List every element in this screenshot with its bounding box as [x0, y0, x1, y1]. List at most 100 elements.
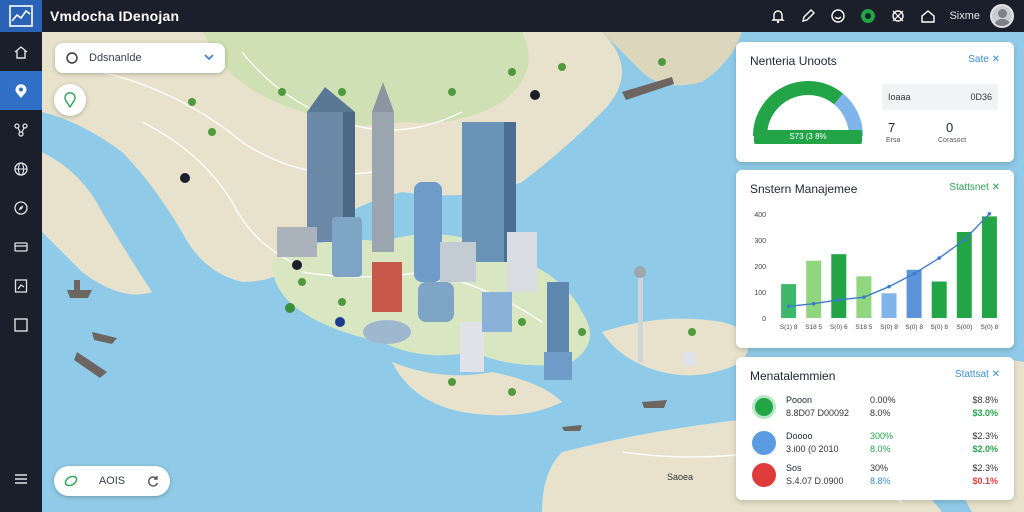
x-tick-label: S18 5 [855, 324, 872, 331]
bar-line-chart: 0 100 200 300 400 S(1) 8 S18 5 S(0) 6 S18 5 S(0) … [754, 212, 998, 331]
market-sub: 3.i00 (0 2010 [786, 444, 839, 454]
user-name[interactable]: Sixme [949, 10, 980, 22]
market-pct-2: 8.0% [870, 444, 891, 454]
market-row[interactable]: Pooon 8.8D07 D00092 0.00% 8.0% $8.8% $3.… [750, 393, 1000, 423]
stat-label: Ioaaa [888, 92, 911, 102]
avatar[interactable] [990, 4, 1014, 28]
metric-b-value: 0 [946, 120, 954, 135]
market-sub: S.4.07 D.0900 [786, 476, 844, 486]
chart-bar [931, 281, 947, 318]
sidebar-item-home[interactable] [0, 32, 42, 71]
menu-button[interactable] [0, 459, 42, 498]
x-tick-label: S(0) 6 [830, 324, 848, 331]
x-tick-label: S18 5 [805, 324, 822, 331]
menu-icon [15, 473, 27, 484]
market-pct: 300% [870, 431, 894, 441]
sidebar-item-report[interactable] [0, 266, 42, 305]
map-pin-icon [15, 83, 27, 98]
globe-icon [14, 161, 28, 176]
chart-point [862, 295, 866, 299]
gauge-label: S73 (3 8% [754, 130, 862, 144]
markets-card-title: Menatalemmien [750, 369, 836, 383]
sidebar-item-truck[interactable] [0, 227, 42, 266]
location-pin-icon [64, 92, 76, 108]
place-label: Saoea [667, 472, 693, 482]
x-tick-label: S(0) 8 [930, 324, 948, 331]
market-change: $0.1% [972, 476, 998, 486]
market-value: $2.3% [972, 431, 998, 441]
chart-bar [806, 260, 822, 318]
chart-bar [956, 232, 972, 318]
market-sub: 8.8D07 D00092 [786, 408, 850, 418]
market-value: $8.8% [972, 395, 998, 405]
smile-icon[interactable] [823, 0, 853, 32]
pencil-icon[interactable] [793, 0, 823, 32]
network-icon [14, 122, 28, 137]
market-value: $2.3% [972, 463, 998, 473]
market-name: Pooon [786, 395, 813, 405]
markets-card: Menatalemmien Stattsat ✕ Pooon 8.8D07 D0… [736, 357, 1014, 500]
sidebar-item-map[interactable] [0, 71, 42, 110]
app-title: Vmdocha IDenojan [50, 8, 180, 24]
stats-card-link[interactable]: Sate ✕ [968, 54, 1000, 65]
status-icon[interactable] [853, 0, 883, 32]
sidebar-item-panel[interactable] [0, 305, 42, 344]
x-tick-label: S(1) 8 [780, 324, 798, 331]
metric-a-value: 7 [888, 120, 896, 135]
stat-value: 0D36 [970, 92, 992, 102]
y-tick-label: 300 [754, 238, 766, 245]
satellite-icon[interactable] [883, 0, 913, 32]
x-tick-label: S(00) [956, 324, 972, 331]
market-row[interactable]: Doooo 3.i00 (0 2010 300% 8.0% $2.3% $2.0… [750, 429, 1000, 459]
report-icon [14, 278, 28, 293]
market-pct-2: 8.8% [870, 476, 891, 486]
chart-point [811, 301, 816, 306]
market-name: Doooo [786, 431, 813, 441]
panel-icon [14, 317, 28, 332]
chart-point [937, 256, 941, 260]
sidebar-item-globe[interactable] [0, 149, 42, 188]
bell-icon[interactable] [763, 0, 793, 32]
status-dot-icon [752, 463, 776, 487]
market-row[interactable]: Sos S.4.07 D.0900 30% 8.8% $2.3% $0.1% [750, 461, 1000, 491]
location-button[interactable] [54, 84, 86, 116]
home-icon [14, 45, 28, 59]
sidebar-item-compass[interactable] [0, 188, 42, 227]
chart-point [912, 271, 916, 276]
layer-select[interactable]: Ddsnanlde [55, 43, 225, 73]
sidebar-item-network[interactable] [0, 110, 42, 149]
chart-point [987, 212, 992, 216]
x-tick-label: S(0) 8 [880, 324, 898, 331]
markets-card-link[interactable]: Stattsat ✕ [955, 369, 1000, 380]
chart-point [962, 238, 967, 242]
chart-bar [881, 293, 897, 318]
stats-card-title: Nenteria Unoots [750, 54, 837, 68]
close-icon[interactable]: ✕ [992, 182, 1000, 193]
chevron-down-icon [204, 54, 214, 61]
chart-card-link[interactable]: Stattsnet ✕ [949, 182, 1000, 193]
leaf-icon[interactable] [64, 474, 78, 488]
zoom-control[interactable]: AOIS [54, 466, 170, 496]
status-dot-icon [752, 431, 776, 455]
x-tick-label: S(0) 8 [905, 324, 923, 331]
stat-box: Ioaaa 0D36 [882, 84, 998, 110]
compass-icon [14, 200, 28, 215]
y-tick-label: 400 [754, 212, 766, 219]
chart-bar [981, 216, 997, 318]
chart-card: Snstern Manajemee Stattsnet ✕ 0 100 200 300… [736, 170, 1014, 348]
market-pct: 30% [870, 463, 889, 473]
layers-icon [66, 52, 78, 64]
truck-icon [14, 241, 28, 252]
y-tick-label: 0 [762, 316, 766, 323]
close-icon[interactable]: ✕ [992, 369, 1000, 380]
top-bar: Vmdocha IDenojan Sixme [0, 0, 1024, 32]
sidebar [0, 32, 42, 512]
app-logo-icon[interactable] [0, 0, 42, 32]
status-dot-icon [752, 395, 776, 419]
close-icon[interactable]: ✕ [992, 54, 1000, 65]
home-icon[interactable] [913, 0, 943, 32]
metric-a-label: Ersa [886, 137, 901, 144]
chart-point [837, 298, 841, 302]
chart-point [887, 284, 891, 289]
refresh-icon[interactable] [146, 474, 160, 488]
